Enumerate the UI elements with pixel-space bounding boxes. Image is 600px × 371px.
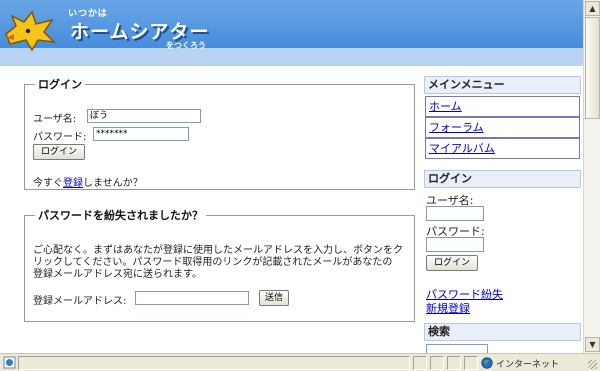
search-input[interactable] [426, 344, 488, 353]
search-title: 検索 [424, 323, 581, 341]
sidebar-register-link[interactable]: 新規登録 [426, 302, 470, 315]
register-prompt: 今すぐ登録しませんか？ [33, 174, 143, 189]
email-label: 登録メールアドレス: [33, 296, 127, 307]
browser-viewport: いつかは ホームシアター をつくろう ログイン ユーザ名: ぼう パスワード: … [0, 0, 583, 353]
menu-item-forum-link[interactable]: フォーラム [429, 121, 484, 134]
password-label: パスワード: [33, 132, 87, 143]
status-message-cell [18, 356, 410, 370]
login-panel: ログイン ユーザ名: ぼう パスワード: ******* ログイン 今すぐ登録し… [24, 76, 415, 190]
username-input[interactable]: ぼう [87, 109, 201, 123]
sidebar-password-input[interactable] [426, 237, 484, 252]
scroll-down-arrow-icon[interactable]: ▼ [585, 337, 600, 352]
menu-item-album[interactable]: マイアルバム [425, 138, 580, 159]
sidebar-login-title: ログイン [424, 170, 581, 188]
status-bar: インターネット [0, 353, 600, 371]
sidebar-login-button[interactable]: ログイン [426, 255, 478, 271]
username-label: ユーザ名: [33, 114, 77, 125]
page-status-icon [3, 356, 16, 369]
main-menu-title: メインメニュー [424, 76, 581, 94]
send-button[interactable]: 送信 [259, 290, 289, 306]
scrollbar-thumb[interactable] [585, 17, 600, 119]
lost-password-panel: パスワードを紛失されましたか？ ご心配なく。まずはあなたが登録に使用したメールア… [24, 207, 415, 322]
scroll-up-arrow-icon[interactable]: ▲ [585, 1, 600, 16]
status-cell-2 [430, 356, 444, 370]
header-strip [0, 48, 583, 66]
login-panel-legend: ログイン [38, 78, 82, 91]
status-cell-1 [413, 356, 427, 370]
mascot-logo-icon [5, 10, 57, 52]
menu-item-home-link[interactable]: ホーム [429, 100, 462, 113]
lost-password-legend: パスワードを紛失されましたか？ [38, 209, 203, 222]
menu-item-album-link[interactable]: マイアルバム [429, 142, 495, 155]
resize-grip-icon[interactable] [588, 360, 597, 369]
sidebar-username-input[interactable] [426, 206, 484, 221]
register-prefix: 今すぐ [33, 178, 63, 189]
internet-globe-icon [481, 357, 493, 369]
logo-sub-text: をつくろう [166, 41, 206, 50]
status-cell-3 [447, 356, 461, 370]
status-cell-4 [464, 356, 478, 370]
email-input[interactable] [135, 291, 249, 305]
login-button[interactable]: ログイン [33, 144, 85, 160]
site-header: いつかは ホームシアター をつくろう [0, 0, 583, 66]
menu-item-forum[interactable]: フォーラム [425, 117, 580, 138]
register-link[interactable]: 登録 [63, 178, 83, 189]
password-input[interactable]: ******* [93, 127, 189, 141]
lost-password-description-3: 登録メールアドレス宛に送られます。 [33, 269, 202, 280]
register-suffix: しませんか？ [83, 178, 143, 189]
menu-item-home[interactable]: ホーム [425, 96, 580, 117]
vertical-scrollbar[interactable]: ▲ ▼ [583, 0, 600, 353]
security-zone-text: インターネット [496, 360, 560, 370]
